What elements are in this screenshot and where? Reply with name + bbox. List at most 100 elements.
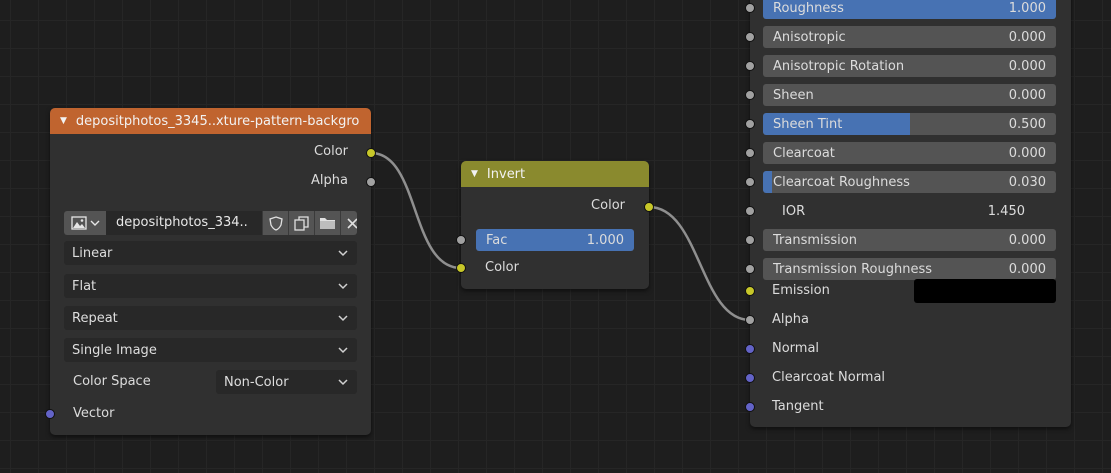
bsdf-field-transmission-roughness[interactable]: Transmission Roughness 0.000 xyxy=(763,258,1056,280)
principled-bsdf-node[interactable]: Roughness 1.000 Anisotropic 0.000 Anisotropi… xyxy=(750,0,1071,427)
unlink-image-button[interactable] xyxy=(340,211,357,235)
field-value: 0.000 xyxy=(1008,58,1046,74)
bsdf-field-sheen[interactable]: Sheen 0.000 xyxy=(763,84,1056,106)
invert-node[interactable]: ▼ Invert Color Fac 1.000 Color xyxy=(461,161,649,289)
field-label: IOR xyxy=(782,203,806,219)
open-image-button[interactable] xyxy=(314,211,340,235)
image-type-button[interactable] xyxy=(64,211,106,235)
image-texture-node[interactable]: ▼ depositphotos_3345..xture-pattern-back… xyxy=(50,108,371,435)
bsdf-input-socket[interactable] xyxy=(745,119,755,129)
field-label: Clearcoat Roughness xyxy=(773,174,910,190)
source-dropdown[interactable]: Single Image xyxy=(64,338,357,362)
invert-node-header[interactable]: ▼ Invert xyxy=(461,161,649,187)
invert-fac-input-socket[interactable] xyxy=(456,235,466,245)
output-alpha-label: Alpha xyxy=(311,173,348,188)
image-node-title: depositphotos_3345..xture-pattern-backgr… xyxy=(75,113,360,129)
color-space-value: Non-Color xyxy=(224,374,289,390)
duplicate-icon xyxy=(294,215,309,231)
bsdf-field-sheen-tint[interactable]: Sheen Tint 0.500 xyxy=(763,113,1056,135)
image-node-header[interactable]: ▼ depositphotos_3345..xture-pattern-back… xyxy=(50,108,371,134)
bsdf-field-roughness[interactable]: Roughness 1.000 xyxy=(763,0,1056,19)
value-fill-bar xyxy=(763,171,772,193)
interpolation-dropdown[interactable]: Linear xyxy=(64,241,357,265)
duplicate-button[interactable] xyxy=(288,211,314,235)
field-value: 1.450 xyxy=(987,203,1025,219)
field-label: Anisotropic xyxy=(773,29,846,45)
alpha-input-socket[interactable] xyxy=(745,315,755,325)
fake-user-button[interactable] xyxy=(262,211,288,235)
invert-node-title: Invert xyxy=(486,166,526,182)
bsdf-input-socket[interactable] xyxy=(745,206,755,216)
image-alpha-output-socket[interactable] xyxy=(366,177,376,187)
chevron-down-icon xyxy=(338,379,348,386)
emission-input-socket[interactable] xyxy=(745,286,755,296)
field-label: Anisotropic Rotation xyxy=(773,58,905,74)
source-value: Single Image xyxy=(72,342,157,358)
invert-color-input-socket[interactable] xyxy=(456,263,466,273)
bsdf-input-socket[interactable] xyxy=(745,3,755,13)
field-label: Roughness xyxy=(773,0,844,16)
link-image-to-invert[interactable] xyxy=(370,151,462,270)
alpha-label: Alpha xyxy=(772,312,809,327)
field-label: Sheen xyxy=(773,87,814,103)
field-value: 1.000 xyxy=(1008,0,1046,16)
bsdf-input-socket[interactable] xyxy=(745,235,755,245)
field-value: 0.000 xyxy=(1008,29,1046,45)
image-name-field[interactable]: depositphotos_334.. xyxy=(107,211,262,235)
invert-output-color-label: Color xyxy=(591,198,625,213)
bsdf-input-socket[interactable] xyxy=(745,148,755,158)
normal-input-socket[interactable] xyxy=(745,344,755,354)
field-label: Sheen Tint xyxy=(773,116,843,132)
chevron-down-icon xyxy=(90,220,99,226)
color-space-dropdown[interactable]: Non-Color xyxy=(216,370,357,394)
output-color-label: Color xyxy=(314,144,348,159)
interpolation-value: Linear xyxy=(72,245,113,261)
field-value: 0.500 xyxy=(1008,116,1046,132)
open-folder-icon xyxy=(320,218,335,229)
chevron-down-icon xyxy=(338,347,348,354)
invert-input-color-label: Color xyxy=(485,260,519,275)
bsdf-field-ior[interactable]: IOR 1.450 xyxy=(772,200,1035,222)
extension-value: Repeat xyxy=(72,310,118,326)
bsdf-field-anisotropic-rotation[interactable]: Anisotropic Rotation 0.000 xyxy=(763,55,1056,77)
clearcoat-normal-input-socket[interactable] xyxy=(745,373,755,383)
bsdf-input-socket[interactable] xyxy=(745,32,755,42)
field-label: Clearcoat xyxy=(773,145,835,161)
collapse-arrow-icon[interactable]: ▼ xyxy=(471,169,478,179)
bsdf-input-socket[interactable] xyxy=(745,61,755,71)
image-color-output-socket[interactable] xyxy=(366,148,376,158)
invert-color-output-socket[interactable] xyxy=(644,202,654,212)
image-type-icon xyxy=(70,216,87,230)
emission-color-swatch[interactable] xyxy=(914,279,1056,303)
collapse-arrow-icon[interactable]: ▼ xyxy=(60,116,67,126)
normal-label: Normal xyxy=(772,341,820,356)
field-value: 0.000 xyxy=(1008,145,1046,161)
bsdf-field-clearcoat[interactable]: Clearcoat 0.000 xyxy=(763,142,1056,164)
fake-user-shield-icon xyxy=(268,215,283,231)
image-selector[interactable]: depositphotos_334.. xyxy=(64,211,357,235)
image-vector-input-socket[interactable] xyxy=(45,409,55,419)
field-label: Transmission xyxy=(773,232,857,248)
emission-label: Emission xyxy=(772,283,830,298)
bsdf-field-anisotropic[interactable]: Anisotropic 0.000 xyxy=(763,26,1056,48)
extension-dropdown[interactable]: Repeat xyxy=(64,306,357,330)
bsdf-input-socket[interactable] xyxy=(745,177,755,187)
bsdf-input-socket[interactable] xyxy=(745,264,755,274)
field-label: Transmission Roughness xyxy=(773,261,933,277)
link-invert-to-alpha[interactable] xyxy=(648,205,751,322)
field-value: 0.030 xyxy=(1008,174,1046,190)
fac-field[interactable]: Fac 1.000 xyxy=(476,229,634,251)
field-value: 0.000 xyxy=(1008,261,1046,277)
projection-dropdown[interactable]: Flat xyxy=(64,274,357,298)
color-space-label: Color Space xyxy=(73,374,151,389)
fac-label: Fac xyxy=(486,232,508,248)
bsdf-input-socket[interactable] xyxy=(745,90,755,100)
bsdf-field-transmission[interactable]: Transmission 0.000 xyxy=(763,229,1056,251)
tangent-input-socket[interactable] xyxy=(745,402,755,412)
bsdf-field-clearcoat-roughness[interactable]: Clearcoat Roughness 0.030 xyxy=(763,171,1056,193)
field-value: 0.000 xyxy=(1008,87,1046,103)
fac-value: 1.000 xyxy=(586,232,624,248)
tangent-label: Tangent xyxy=(772,399,824,414)
input-vector-label: Vector xyxy=(73,406,115,421)
chevron-down-icon xyxy=(338,315,348,322)
